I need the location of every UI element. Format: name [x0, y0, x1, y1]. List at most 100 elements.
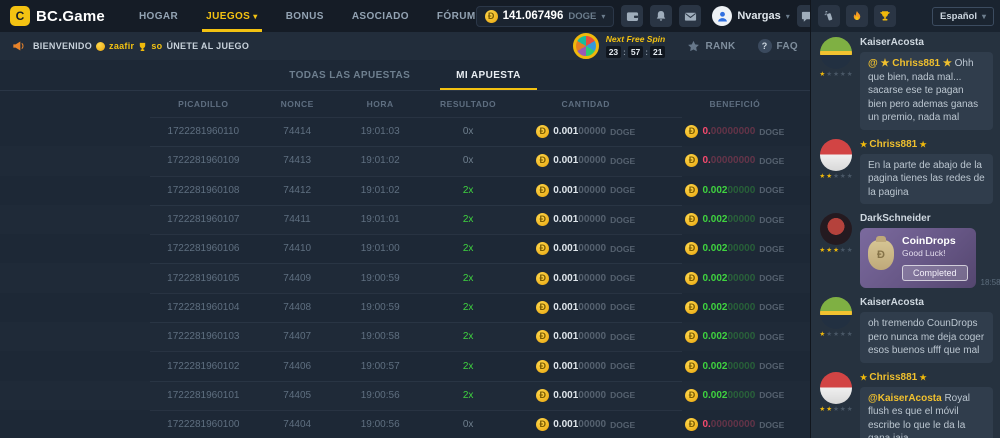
- money-rest: 00000: [578, 273, 606, 284]
- user-star-rating: ★★★★★: [819, 72, 852, 79]
- announcement-text: BIENVENIDO zaafir so ÚNETE AL JUEGO: [33, 41, 249, 51]
- rating-star-icon: ★: [819, 407, 825, 414]
- doge-coin-icon: Ð: [685, 301, 698, 314]
- column-header-6: BENEFICIÓ: [660, 99, 810, 109]
- table-row[interactable]: 17222819601097441319:01:020xÐ0.00100000D…: [0, 146, 810, 175]
- user-mention[interactable]: @KaiserAcosta: [868, 393, 944, 404]
- main-nav: HOGAR JUEGOS▾ BONUS ASOCIADO FÓRUM: [139, 0, 476, 32]
- leaderboard-button[interactable]: [874, 5, 896, 27]
- doge-coin-icon: Ð: [536, 360, 549, 373]
- bet-result-value: 2x: [463, 302, 474, 313]
- table-row[interactable]: 17222819601087441219:01:022xÐ0.00100000D…: [0, 176, 810, 205]
- timer-colon: :: [645, 48, 648, 57]
- tab-todas-las-apuestas[interactable]: TODAS LAS APUESTAS: [289, 60, 410, 90]
- chat-username[interactable]: ★ Chriss881 ★: [860, 139, 993, 150]
- user-avatar[interactable]: [820, 213, 852, 245]
- bet-time: 19:00:59: [336, 302, 425, 313]
- money-currency: DOGE: [610, 361, 635, 371]
- table-row[interactable]: 17222819601057440919:00:592xÐ0.00100000D…: [0, 263, 810, 292]
- hot-topics-button[interactable]: [846, 5, 868, 27]
- chat-username[interactable]: ★ Chriss881 ★: [860, 372, 993, 383]
- bet-time: 19:01:02: [336, 185, 425, 196]
- brand-logo[interactable]: C BC.Game: [10, 6, 105, 26]
- free-spin-widget[interactable]: Next Free Spin 23:57:21: [573, 33, 666, 59]
- money-currency: DOGE: [610, 332, 635, 342]
- money-main: 0.: [702, 126, 710, 137]
- nav-item-bonus[interactable]: BONUS: [286, 0, 324, 32]
- chat-username[interactable]: DarkSchneider: [860, 213, 993, 224]
- chat-rules-button[interactable]: [818, 5, 840, 27]
- user-avatar[interactable]: [820, 139, 852, 171]
- table-row[interactable]: 17222819601047440819:00:592xÐ0.00100000D…: [0, 293, 810, 322]
- chat-bubble[interactable]: @ ★ Chriss881 ★ Ohh que bien, nada mal..…: [860, 52, 993, 130]
- chat-username[interactable]: KaiserAcosta: [860, 297, 993, 308]
- rating-star-icon: ★: [847, 332, 853, 339]
- bet-amount: Ð0.00100000DOGE: [512, 154, 660, 167]
- bet-result: 2x: [425, 185, 512, 196]
- doge-coin-icon: Ð: [536, 242, 549, 255]
- bet-time: 19:01:00: [336, 243, 425, 254]
- bet-hash: 1722281960104: [148, 302, 259, 313]
- money-rest: 00000: [578, 390, 606, 401]
- trophy-icon: [879, 10, 891, 22]
- rank-label: RANK: [705, 41, 735, 52]
- nav-item-asociado[interactable]: ASOCIADO: [352, 0, 409, 32]
- money-value: Ð0.00200000DOGE: [660, 213, 810, 226]
- user-avatar[interactable]: [820, 372, 852, 404]
- chat-bubble[interactable]: En la parte de abajo de la pagina tienes…: [860, 154, 993, 205]
- user-avatar[interactable]: [820, 297, 852, 329]
- table-row[interactable]: 17222819601077441119:01:012xÐ0.00100000D…: [0, 205, 810, 234]
- table-row[interactable]: 17222819601027440619:00:572xÐ0.00100000D…: [0, 351, 810, 380]
- money-number: 0.00200000: [702, 185, 755, 196]
- language-selected: Español: [940, 11, 977, 22]
- user-mention[interactable]: @ ★ Chriss881 ★: [868, 58, 955, 69]
- rating-star-icon: ★: [833, 72, 839, 79]
- rating-star-icon: ★: [826, 72, 832, 79]
- bet-result-value: 0x: [463, 155, 474, 166]
- table-row[interactable]: 17222819601017440519:00:562xÐ0.00100000D…: [0, 381, 810, 410]
- nav-item-hogar[interactable]: HOGAR: [139, 0, 178, 32]
- money-rest: 00000: [727, 185, 755, 196]
- chat-bubble[interactable]: @KaiserAcosta Royal flush es que el móvi…: [860, 387, 993, 438]
- chat-bubble[interactable]: oh tremendo CounDrops pero nunca me deja…: [860, 312, 993, 363]
- nav-item-fórum[interactable]: FÓRUM: [437, 0, 476, 32]
- bet-result-value: 2x: [463, 331, 474, 342]
- account-menu[interactable]: Nvargas ▾: [712, 6, 789, 26]
- fire-icon: [851, 10, 863, 22]
- money-rest: 00000: [727, 361, 755, 372]
- wallet-button[interactable]: [621, 5, 643, 27]
- money-rest: 00000: [578, 243, 606, 254]
- money-currency: DOGE: [610, 273, 635, 283]
- chevron-down-icon: ▾: [982, 12, 986, 21]
- chat-username-text: Chriss881: [869, 139, 917, 150]
- table-row[interactable]: 17222819601107441419:01:030xÐ0.00100000D…: [0, 117, 810, 146]
- nav-item-label: JUEGOS: [206, 11, 250, 22]
- user-avatar[interactable]: [820, 37, 852, 69]
- coindrops-completed-button[interactable]: Completed: [902, 265, 968, 281]
- chat-message-body: ★ Chriss881 ★ En la parte de abajo de la …: [860, 139, 993, 205]
- bet-nonce: 74406: [259, 361, 336, 372]
- balance-selector[interactable]: Ð 141.067496 DOGE ▾: [476, 6, 615, 27]
- rank-link[interactable]: RANK: [687, 40, 735, 53]
- chat-message-body: KaiserAcosta oh tremendo CounDrops pero n…: [860, 297, 993, 363]
- tab-mi-apuesta[interactable]: MI APUESTA: [456, 60, 521, 90]
- notifications-button[interactable]: [650, 5, 672, 27]
- table-row[interactable]: 17222819601067441019:01:002xÐ0.00100000D…: [0, 234, 810, 263]
- table-row[interactable]: 17222819601007440419:00:560xÐ0.00100000D…: [0, 410, 810, 438]
- money-number: 0.00200000: [702, 214, 755, 225]
- money-number: 0.00100000: [553, 185, 606, 196]
- doge-coin-icon: Ð: [685, 330, 698, 343]
- faq-link[interactable]: ? FAQ: [758, 39, 798, 53]
- money-rest: 00000: [578, 214, 606, 225]
- coindrops-card[interactable]: ÐCoinDropsGood Luck!Completed: [860, 228, 976, 288]
- chat-username[interactable]: KaiserAcosta: [860, 37, 993, 48]
- money-number: 0.00100000: [553, 419, 606, 430]
- money-main: 0.002: [702, 361, 727, 372]
- table-row[interactable]: 17222819601037440719:00:582xÐ0.00100000D…: [0, 322, 810, 351]
- nav-item-juegos[interactable]: JUEGOS▾: [206, 0, 258, 32]
- language-selector[interactable]: Español ▾: [932, 7, 994, 26]
- column-header-1: PICADILLO: [148, 99, 259, 109]
- doge-coin-icon: Ð: [685, 213, 698, 226]
- nav-item-label: BONUS: [286, 11, 324, 22]
- messages-button[interactable]: [679, 5, 701, 27]
